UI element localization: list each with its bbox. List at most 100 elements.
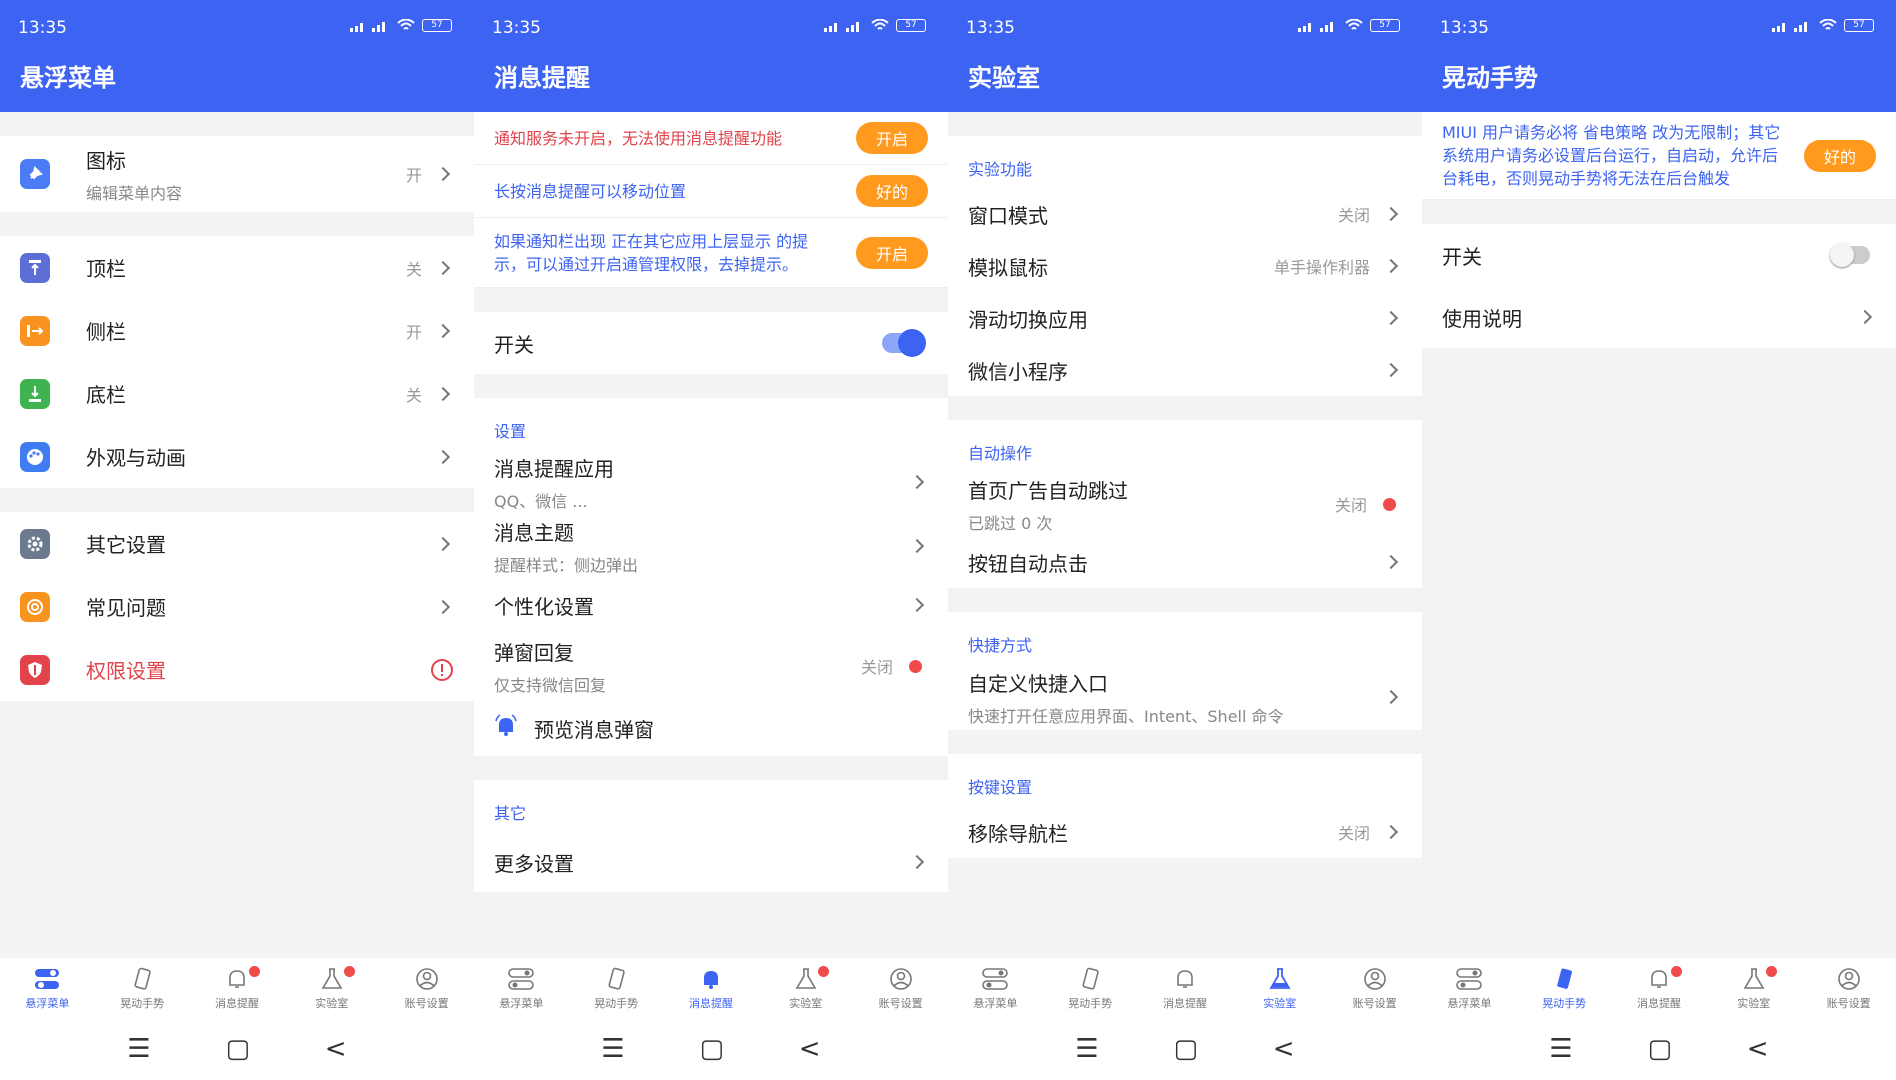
nav-lab[interactable]: 实验室 — [284, 958, 379, 1018]
row-preview[interactable]: 预览消息弹窗 — [474, 700, 948, 756]
row-title: 更多设置 — [494, 851, 574, 876]
status-bar: 13:35 57 — [474, 0, 948, 44]
row-icon[interactable]: 图标 编辑菜单内容 开 — [0, 136, 474, 212]
nav-message-alert[interactable]: 消息提醒 — [190, 958, 285, 1018]
row-theme[interactable]: 消息主题 提醒样式：侧边弹出 — [474, 514, 948, 578]
wifi-icon — [397, 19, 415, 30]
nav-lab[interactable]: 实验室 — [1706, 958, 1801, 1018]
nav-floating-menu[interactable]: 悬浮菜单 — [1422, 958, 1517, 1018]
row-usage[interactable]: 使用说明 — [1422, 286, 1896, 348]
chevron-right-icon — [1383, 689, 1399, 705]
row-other-settings[interactable]: 其它设置 — [0, 512, 474, 575]
menu-button[interactable]: ☰ — [601, 1034, 624, 1064]
row-text: 常见问题 — [86, 592, 438, 621]
home-button[interactable]: ▢ — [1173, 1034, 1198, 1064]
row-mini-program[interactable]: 微信小程序 — [948, 344, 1422, 396]
row-value: 关闭 — [1337, 206, 1370, 225]
ok-button[interactable]: 好的 — [1803, 139, 1876, 172]
bell-icon — [223, 966, 251, 992]
chevron-right-icon — [1383, 554, 1399, 570]
status-icons: 57 — [1772, 19, 1874, 32]
menu-button[interactable]: ☰ — [127, 1034, 150, 1064]
menu-button[interactable]: ☰ — [1549, 1034, 1572, 1064]
account-icon — [887, 966, 915, 992]
row-mouse[interactable]: 模拟鼠标 单手操作利器 — [948, 240, 1422, 292]
row-faq[interactable]: 常见问题 — [0, 575, 474, 638]
home-button[interactable]: ▢ — [1647, 1034, 1672, 1064]
nav-floating-menu[interactable]: 悬浮菜单 — [474, 958, 569, 1018]
notice-overlay: 如果通知栏出现 正在其它应用上层显示 的提示，可以通过开启通管理权限，去掉提示。… — [474, 218, 948, 288]
row-title: 侧栏 — [86, 320, 126, 344]
row-top-bar[interactable]: 顶栏 关 — [0, 236, 474, 299]
menu-button[interactable]: ☰ — [1075, 1034, 1098, 1064]
nav-label: 消息提醒 — [688, 997, 733, 1010]
back-button[interactable]: < — [1747, 1034, 1769, 1064]
screen-message-alert: 13:35 57 消息提醒 通知服务未开启，无法使用消息提醒功能 开启 长按消息… — [474, 0, 948, 1080]
row-auto-click[interactable]: 按钮自动点击 — [948, 536, 1422, 588]
row-permissions[interactable]: 权限设置 — [0, 638, 474, 701]
home-button[interactable]: ▢ — [225, 1034, 250, 1064]
back-button[interactable]: < — [799, 1034, 821, 1064]
nav-account[interactable]: 账号设置 — [379, 958, 474, 1018]
row-switch[interactable]: 开关 — [1422, 224, 1896, 286]
chevron-right-icon — [435, 599, 451, 614]
row-skip-ads[interactable]: 首页广告自动跳过 已跳过 0 次 关闭 — [948, 472, 1422, 536]
nav-message-alert[interactable]: 消息提醒 — [1138, 958, 1233, 1018]
row-switch[interactable]: 开关 — [474, 312, 948, 374]
row-title: 使用说明 — [1442, 306, 1522, 331]
toggle-menu-icon — [507, 966, 535, 992]
row-popup-reply[interactable]: 弹窗回复 仅支持微信回复 关闭 — [474, 632, 948, 700]
enable-button[interactable]: 开启 — [855, 122, 928, 154]
nav-shake-gesture[interactable]: 晃动手势 — [1043, 958, 1138, 1018]
back-button[interactable]: < — [325, 1034, 347, 1064]
chevron-right-icon — [435, 323, 451, 338]
row-appearance[interactable]: 外观与动画 — [0, 425, 474, 488]
row-more-settings[interactable]: 更多设置 — [474, 832, 948, 892]
switch-toggle[interactable] — [1830, 243, 1870, 267]
nav-lab[interactable]: 实验室 — [758, 958, 853, 1018]
nav-floating-menu[interactable]: 悬浮菜单 — [948, 958, 1043, 1018]
row-swipe-switch[interactable]: 滑动切换应用 — [948, 292, 1422, 344]
row-custom-shortcut[interactable]: 自定义快捷入口 快速打开任意应用界面、Intent、Shell 命令 — [948, 664, 1422, 730]
enable-button[interactable]: 开启 — [855, 236, 928, 269]
nav-account[interactable]: 账号设置 — [1801, 958, 1896, 1018]
ok-button[interactable]: 好的 — [855, 175, 928, 207]
back-button[interactable]: < — [1273, 1034, 1295, 1064]
nav-label: 晃动手势 — [594, 997, 639, 1010]
nav-message-alert[interactable]: 消息提醒 — [664, 958, 759, 1018]
nav-lab[interactable]: 实验室 — [1232, 958, 1327, 1018]
row-text: 微信小程序 — [968, 356, 1386, 385]
row-bottom-bar[interactable]: 底栏 关 — [0, 362, 474, 425]
phone-shake-icon — [602, 966, 630, 992]
page-title: 晃动手势 — [1422, 44, 1896, 112]
nav-account[interactable]: 账号设置 — [1327, 958, 1422, 1018]
nav-account[interactable]: 账号设置 — [853, 958, 948, 1018]
nav-message-alert[interactable]: 消息提醒 — [1612, 958, 1707, 1018]
row-value: 开 — [405, 322, 422, 342]
row-side-bar[interactable]: 侧栏 开 — [0, 299, 474, 362]
battery-icon: 57 — [1844, 19, 1874, 32]
nav-label: 晃动手势 — [120, 997, 165, 1010]
row-personalize[interactable]: 个性化设置 — [474, 578, 948, 632]
row-title: 窗口模式 — [968, 203, 1048, 228]
status-time: 13:35 — [18, 18, 67, 38]
nav-floating-menu[interactable]: 悬浮菜单 — [0, 958, 95, 1018]
switch-toggle[interactable] — [882, 329, 926, 357]
notice-long-press: 长按消息提醒可以移动位置 好的 — [474, 165, 948, 218]
nav-label: 实验室 — [789, 997, 823, 1010]
system-nav: ☰ ▢ < — [474, 1018, 948, 1080]
nav-shake-gesture[interactable]: 晃动手势 — [1517, 958, 1612, 1018]
nav-shake-gesture[interactable]: 晃动手势 — [95, 958, 190, 1018]
row-text: 消息主题 提醒样式：侧边弹出 — [494, 517, 912, 576]
row-subtitle: 提醒样式：侧边弹出 — [494, 555, 639, 575]
phone-shake-icon — [128, 966, 156, 992]
row-title: 弹窗回复 — [494, 640, 574, 665]
status-dot — [1383, 497, 1396, 511]
row-remove-navbar[interactable]: 移除导航栏 关闭 — [948, 806, 1422, 858]
chevron-right-icon — [1383, 310, 1399, 326]
row-alert-apps[interactable]: 消息提醒应用 QQ、微信 ... — [474, 450, 948, 514]
row-window-mode[interactable]: 窗口模式 关闭 — [948, 188, 1422, 240]
nav-shake-gesture[interactable]: 晃动手势 — [569, 958, 664, 1018]
home-button[interactable]: ▢ — [699, 1034, 724, 1064]
chevron-right-icon — [909, 854, 925, 870]
